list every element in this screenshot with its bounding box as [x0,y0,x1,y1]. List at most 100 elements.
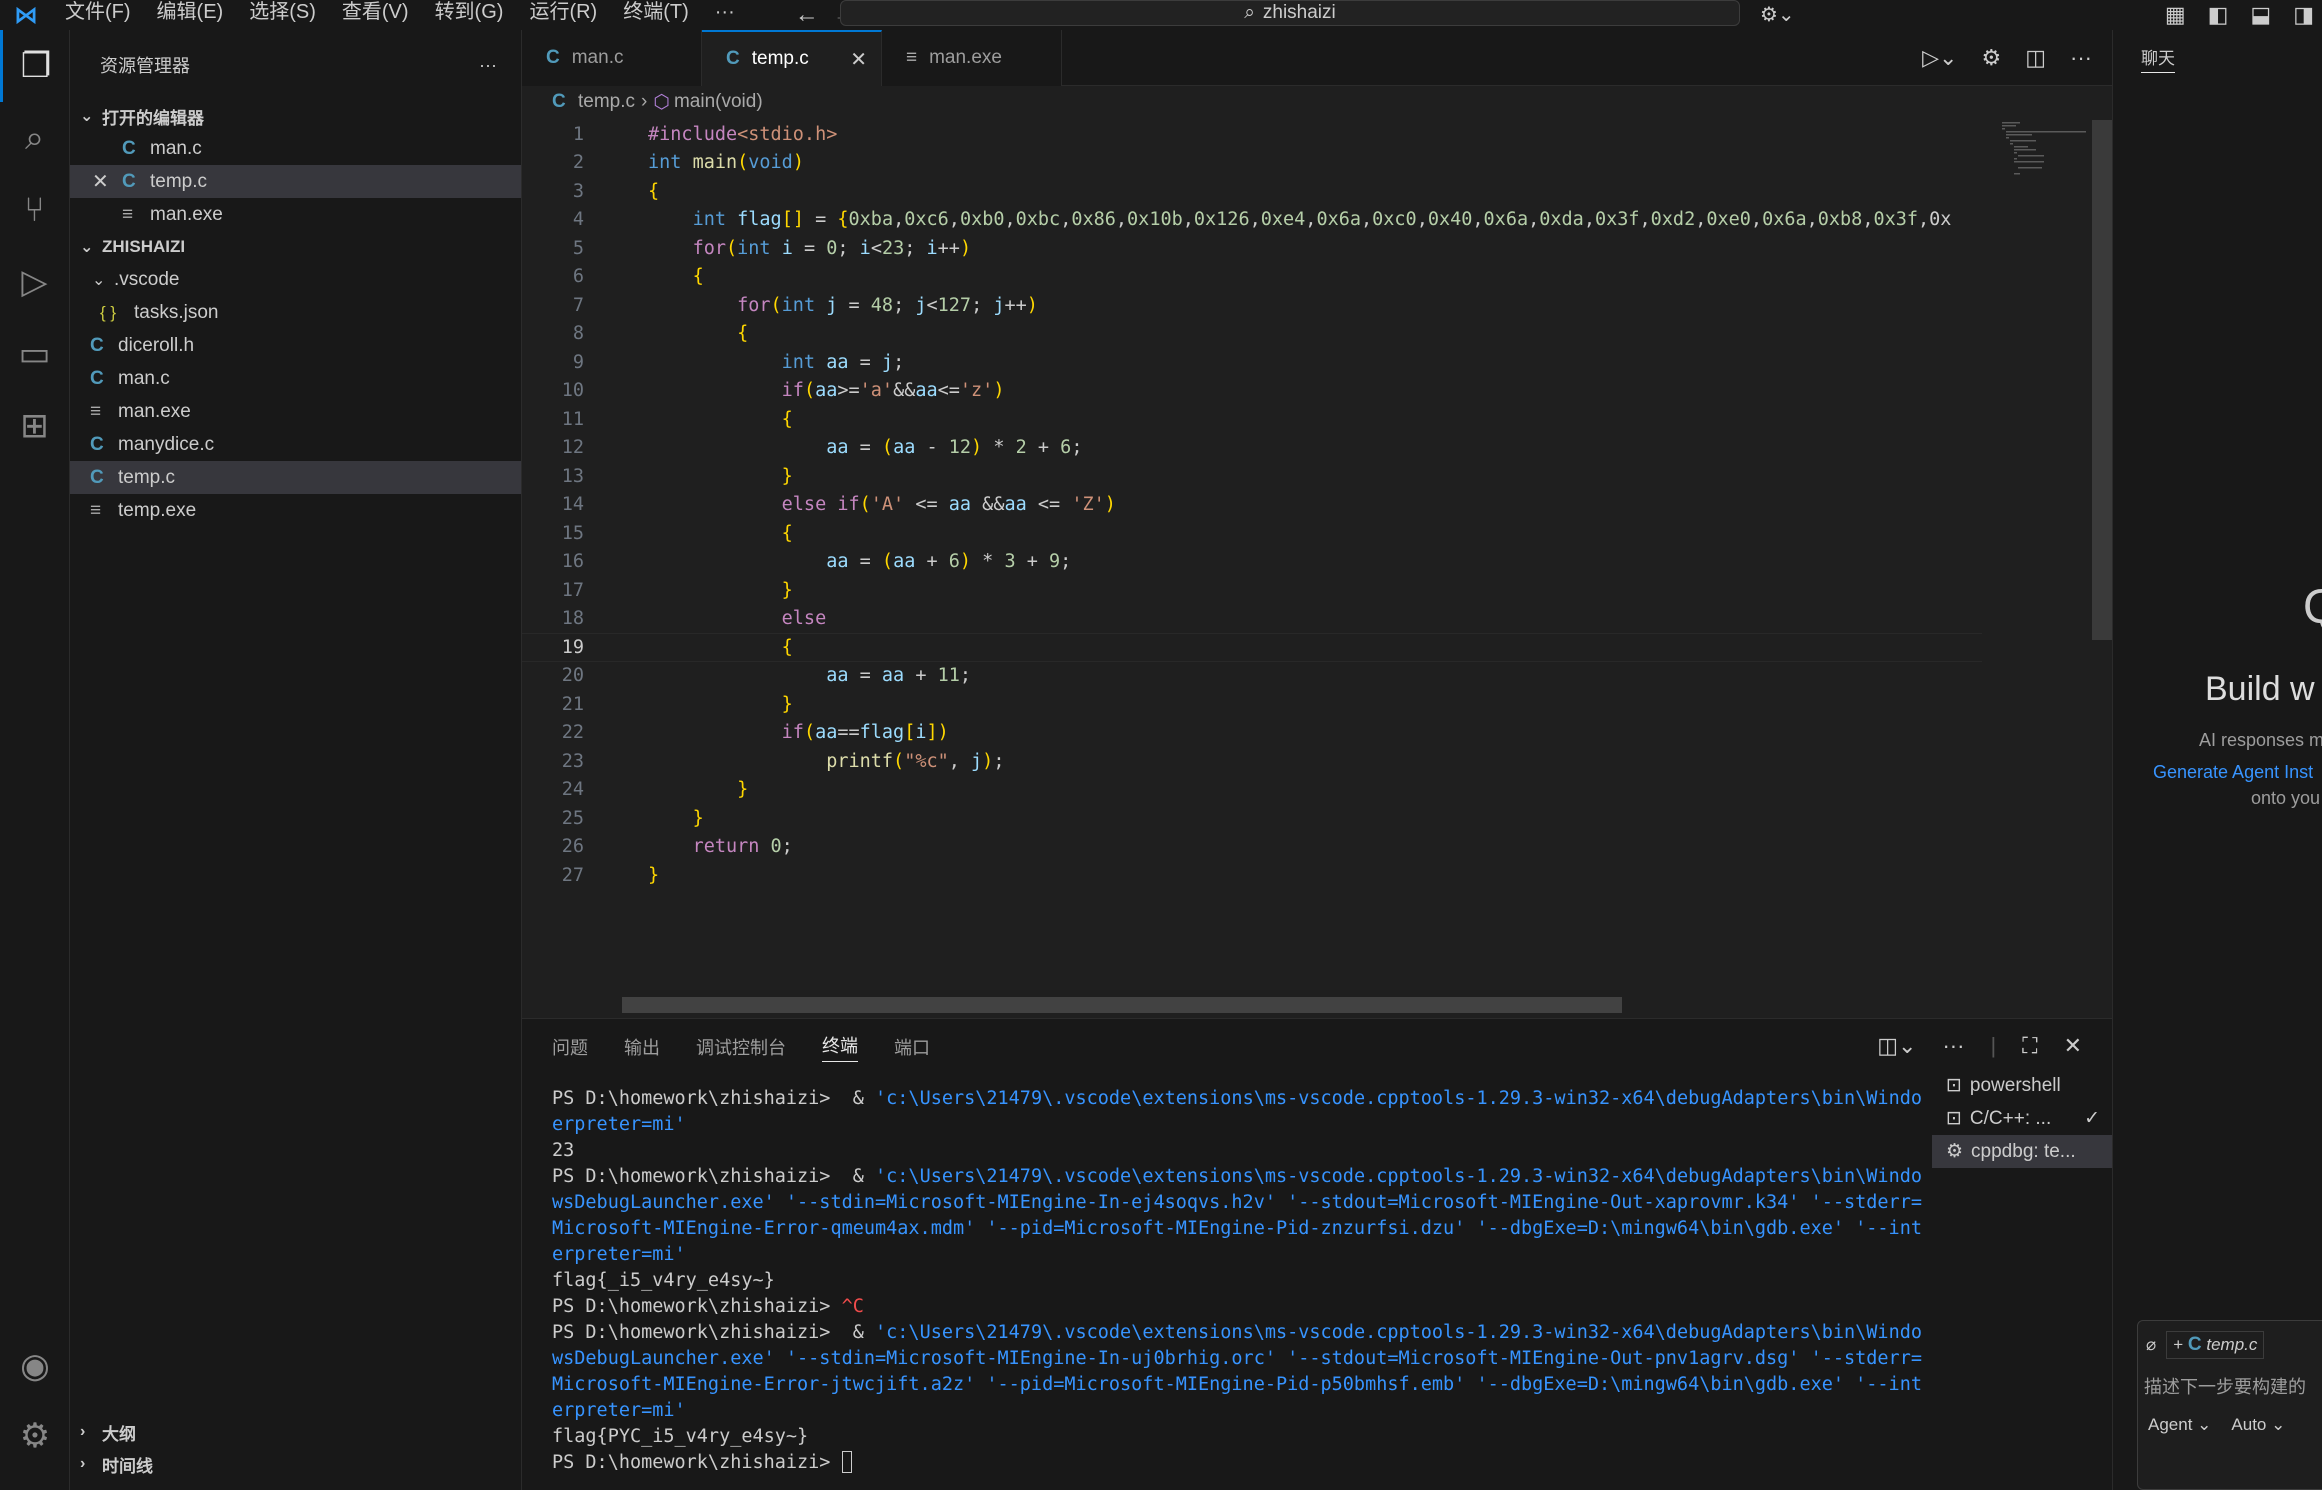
menu-item[interactable]: 查看(V) [329,0,422,30]
terminal-item[interactable]: ⚙ cppdbg: te... [1932,1135,2112,1168]
tab-output[interactable]: 输出 [624,1034,660,1060]
code-line[interactable]: 20 aa = aa + 11; [522,662,1982,691]
code-line[interactable]: 19 { [522,633,1982,662]
code-text[interactable]: aa = aa + 11; [584,665,1982,686]
maximize-panel-icon[interactable]: ⛶ [2022,1033,2037,1059]
code-text[interactable]: aa = (aa + 6) * 3 + 9; [584,551,1982,572]
more-actions-icon[interactable]: ··· [2070,45,2092,71]
menu-item[interactable]: 运行(R) [516,0,610,30]
code-line[interactable]: 3{ [522,177,1982,206]
code-line[interactable]: 26 return 0; [522,833,1982,862]
code-line[interactable]: 27} [522,861,1982,890]
close-icon[interactable]: ✕ [92,169,122,194]
code-line[interactable]: 13 } [522,462,1982,491]
run-debug-dropdown-icon[interactable]: ▷⌄ [1922,45,1957,71]
split-editor-icon[interactable]: ◫ [2025,45,2046,71]
code-text[interactable]: else if('A' <= aa &&aa <= 'Z') [584,494,1982,515]
chat-input[interactable]: 描述下一步要构建的 [2138,1369,2322,1403]
settings-gear-icon[interactable]: ⚙ [0,1400,70,1472]
code-line[interactable]: 18 else [522,605,1982,634]
code-lines[interactable]: 1 #include<stdio.h> 2 int main(void) 3{4 int… [522,120,1982,890]
code-text[interactable]: { [584,523,1982,544]
tab-ports[interactable]: 端口 [894,1034,930,1060]
close-panel-icon[interactable]: ✕ [2064,1033,2082,1059]
code-line[interactable]: 21 } [522,690,1982,719]
code-text[interactable]: if(aa>='a'&&aa<='z') [584,380,1982,401]
code-line[interactable]: 24 } [522,776,1982,805]
explorer-icon[interactable]: ❐ [0,30,69,102]
code-text[interactable]: printf("%c", j); [584,751,1982,772]
code-text[interactable]: } [584,580,1982,601]
file-item[interactable]: { } tasks.json [70,296,521,329]
code-line[interactable]: 4 int flag[] = {0xba,0xc6,0xb0,0xbc,0x86… [522,206,1982,235]
code-line[interactable]: 2 int main(void) [522,149,1982,178]
account-icon[interactable]: ◉ [0,1330,70,1402]
agent-mode-dropdown[interactable]: Agent ⌄ [2148,1415,2211,1435]
model-dropdown[interactable]: Auto ⌄ [2231,1415,2285,1435]
file-item[interactable]: Ctemp.c [70,461,521,494]
settings-gear-icon[interactable]: ⚙ [1981,45,2001,71]
layout-customize-icon[interactable]: ▦ [2165,2,2186,28]
code-line[interactable]: 12 aa = (aa - 12) * 2 + 6; [522,434,1982,463]
vertical-scrollbar[interactable] [2092,120,2112,640]
code-text[interactable]: else [584,608,1982,629]
run-debug-icon[interactable]: ▷ [0,246,69,318]
code-line[interactable]: 9 int aa = j; [522,348,1982,377]
tab-man-exe[interactable]: ≡ man.exe [882,30,1062,86]
remote-explorer-icon[interactable]: ▭ [0,318,69,390]
code-line[interactable]: 15 { [522,519,1982,548]
menu-item[interactable]: 转到(G) [422,0,517,30]
tab-temp-c[interactable]: Ctemp.c ✕ [702,30,882,86]
menu-item[interactable]: 终端(T) [610,0,702,30]
open-editor-item[interactable]: ≡ man.exe [70,198,521,231]
code-text[interactable]: int aa = j; [584,352,1982,373]
code-line[interactable]: 8 { [522,320,1982,349]
folder-item[interactable]: ⌄ .vscode [70,263,521,296]
code-text[interactable]: int main(void) [584,152,1982,173]
tab-chat[interactable]: 聊天 [2141,44,2175,73]
toggle-secondary-sidebar-icon[interactable]: ◨ [2293,2,2314,28]
tab-man-c[interactable]: Cman.c [522,30,702,86]
terminal-output[interactable]: PS D:\homework\zhishaizi> & 'c:\Users\21… [552,1085,1962,1475]
code-line[interactable]: 10 if(aa>='a'&&aa<='z') [522,377,1982,406]
extensions-icon[interactable]: ⊞ [0,390,69,462]
file-item[interactable]: Cdiceroll.h [70,329,521,362]
breadcrumb-file[interactable]: temp.c [578,91,635,113]
minimap[interactable] [1982,120,2092,1020]
code-text[interactable]: #include<stdio.h> [584,124,1982,145]
folder-section[interactable]: ⌄ ZHISHAIZI [70,231,521,263]
attach-icon[interactable]: ⌀ [2146,1335,2156,1355]
terminal-cursor[interactable] [841,1451,852,1473]
menu-item[interactable]: 编辑(E) [144,0,237,30]
more-actions-icon[interactable]: ··· [479,55,497,76]
command-center-search[interactable]: ⌕ zhishaizi [840,0,1740,26]
context-chip[interactable]: + C temp.c [2166,1331,2265,1359]
code-text[interactable]: } [584,865,1982,886]
toggle-panel-icon[interactable]: ⬓ [2250,2,2271,28]
code-text[interactable]: { [584,266,1982,287]
code-text[interactable]: { [584,409,1982,430]
file-item[interactable]: Cman.c [70,362,521,395]
code-line[interactable]: 1 #include<stdio.h> [522,120,1982,149]
code-text[interactable]: if(aa==flag[i]) [584,722,1982,743]
close-icon[interactable]: ✕ [850,47,867,72]
horizontal-scrollbar[interactable] [622,997,1622,1013]
code-text[interactable]: for(int i = 0; i<23; i++) [584,238,1982,259]
code-line[interactable]: 5 for(int i = 0; i<23; i++) [522,234,1982,263]
code-line[interactable]: 7 for(int j = 48; j<127; j++) [522,291,1982,320]
toggle-sidebar-icon[interactable]: ◧ [2208,2,2229,28]
file-item[interactable]: Cmanydice.c [70,428,521,461]
open-editors-section[interactable]: ⌄ 打开的编辑器 [70,100,521,132]
back-arrow-icon[interactable]: ← [788,1,826,29]
menu-item[interactable]: 文件(F) [52,0,144,30]
outline-section[interactable]: › 大纲 [70,1416,522,1448]
code-text[interactable]: return 0; [584,836,1982,857]
generate-instructions-link[interactable]: Generate Agent Inst [2153,762,2313,783]
code-line[interactable]: 11 { [522,405,1982,434]
code-text[interactable]: } [584,466,1982,487]
code-text[interactable]: { [584,637,1982,658]
file-item[interactable]: ≡ temp.exe [70,494,521,527]
code-line[interactable]: 6 { [522,263,1982,292]
code-text[interactable]: } [584,779,1982,800]
tab-terminal[interactable]: 终端 [822,1032,858,1062]
